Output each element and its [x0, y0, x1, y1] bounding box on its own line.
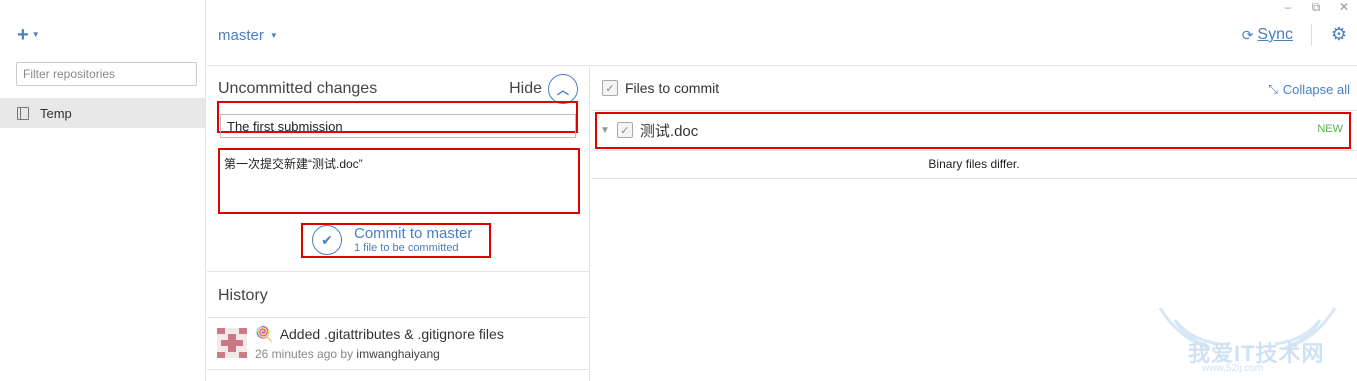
file-row[interactable]: ▼ ✓ 测试.doc NEW: [597, 113, 1349, 147]
changes-panel: Uncommitted changes Hide ︿ The first sub…: [207, 67, 590, 381]
commit-button[interactable]: ✔ Commit to master 1 file to be committe…: [312, 225, 472, 255]
status-badge: NEW: [1317, 123, 1343, 135]
collapse-all-label: Collapse all: [1282, 82, 1350, 97]
uncommitted-changes-title: Uncommitted changes: [218, 80, 378, 97]
hide-label[interactable]: Hide: [509, 80, 542, 98]
watermark: 我爱IT技术网 www.52ij.com: [1140, 300, 1355, 378]
lollipop-icon: 🍭: [255, 326, 274, 343]
history-title: History: [218, 287, 268, 304]
repository-icon: [17, 106, 29, 120]
commit-description-input[interactable]: 第一次提交新建“测试.doc”: [220, 152, 578, 209]
collapse-all-button[interactable]: ⤡ Collapse all: [1268, 82, 1350, 97]
branch-selector[interactable]: master ▼: [218, 27, 278, 44]
divider: [207, 317, 590, 318]
files-to-commit-label: Files to commit: [625, 80, 720, 96]
chevron-up-icon: ︿: [556, 82, 569, 97]
select-all-checkbox[interactable]: ✓: [602, 80, 618, 96]
divider: [207, 369, 590, 370]
caret-down-icon: ▼: [269, 31, 278, 40]
sidebar-item-temp[interactable]: Temp: [0, 98, 205, 128]
history-message-text: Added .gitattributes & .gitignore files: [279, 326, 504, 342]
divider: [591, 110, 1357, 111]
commit-summary-input[interactable]: The first submission: [220, 114, 576, 138]
commit-sublabel: 1 file to be committed: [354, 241, 459, 254]
summary-value: The first submission: [227, 118, 343, 134]
expand-triangle-icon[interactable]: ▼: [600, 125, 610, 136]
sync-label: Sync: [1257, 26, 1293, 43]
history-message: 🍭 Added .gitattributes & .gitignore file…: [255, 325, 504, 343]
filter-repositories-input[interactable]: [16, 62, 197, 86]
sync-icon: ⟳: [1241, 26, 1254, 43]
commit-label: Commit to master: [354, 224, 473, 242]
file-checkbox[interactable]: ✓: [616, 122, 633, 138]
avatar: [217, 328, 247, 358]
sidebar: + ▼ Temp: [0, 0, 206, 381]
files-to-commit-header: ✓ Files to commit: [602, 80, 719, 96]
divider: [1311, 24, 1312, 46]
hide-button[interactable]: ︿: [548, 74, 578, 104]
history-item[interactable]: 🍭 Added .gitattributes & .gitignore file…: [217, 325, 587, 365]
branch-name: master: [218, 27, 264, 44]
diff-note: Binary files differ.: [928, 157, 1020, 171]
history-author: imwanghaiyang: [356, 347, 440, 361]
sidebar-item-label: Temp: [40, 105, 72, 121]
file-name: 测试.doc: [639, 122, 699, 140]
caret-down-icon: ▼: [31, 30, 40, 39]
collapse-icon: ⤡: [1268, 82, 1278, 96]
divider: [207, 271, 590, 272]
history-time: 26 minutes ago by: [255, 347, 354, 361]
top-bar: master ▼ ⟳ Sync ⚙: [207, 0, 1357, 66]
history-meta: 26 minutes ago by imwanghaiyang: [255, 347, 440, 361]
plus-icon: +: [17, 24, 29, 46]
watermark-url: www.52ij.com: [1202, 363, 1264, 374]
divider: [591, 150, 1357, 151]
add-repository-button[interactable]: + ▼: [17, 24, 40, 46]
description-value: 第一次提交新建“测试.doc”: [224, 157, 363, 171]
sync-button[interactable]: ⟳ Sync: [1242, 26, 1293, 44]
gear-icon[interactable]: ⚙: [1331, 24, 1347, 45]
divider: [591, 178, 1357, 179]
checkmark-icon: ✔: [312, 225, 342, 255]
